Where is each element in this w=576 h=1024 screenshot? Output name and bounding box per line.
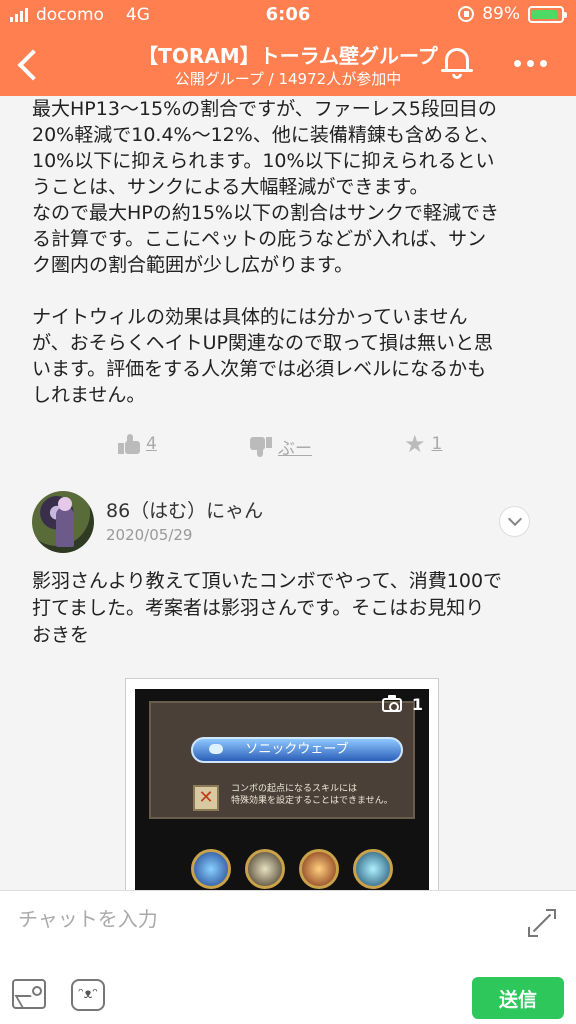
status-bar: docomo 4G 6:06 89%	[0, 0, 576, 30]
back-button[interactable]	[12, 44, 44, 84]
post-body: 最大HP13〜15%の割合ですが、ファーレス5段回目の 20%軽減で10.4%〜…	[32, 98, 500, 406]
like-button[interactable]: 4	[118, 434, 157, 454]
skill-note: コンボの起点になるスキルには 特殊効果を設定することはできません。	[231, 784, 393, 806]
send-button[interactable]: 送信	[472, 977, 564, 1019]
star-button[interactable]: ★ 1	[404, 430, 443, 458]
input-bar: ᵔᴥᵔ 送信	[0, 890, 576, 1024]
image-count-label: 1	[411, 695, 423, 714]
star-count: 1	[431, 434, 443, 454]
comment-body: 影羽さんより教えて頂いたコンボでやって、消費100で 打てました。考案者は影羽さ…	[32, 570, 503, 646]
thumbs-up-icon	[118, 434, 140, 454]
skill-orbs	[191, 849, 393, 889]
battery-percent: 89%	[482, 4, 520, 24]
app-header: docomo 4G 6:06 89% 【TORAM】トーラム壁グループ 公開グル…	[0, 0, 576, 96]
skill-name: ソニックウェーブ	[191, 737, 403, 763]
image-picker-icon[interactable]	[12, 979, 46, 1009]
thumbs-down-icon	[250, 436, 272, 457]
stamp-icon[interactable]: ᵔᴥᵔ	[71, 979, 105, 1011]
skill-orb-icon	[299, 849, 339, 889]
battery-icon	[528, 5, 567, 23]
chat-input[interactable]	[18, 899, 498, 939]
game-screenshot: ソニックウェーブ ✕ コンボの起点になるスキルには 特殊効果を設定することはでき…	[135, 689, 429, 890]
group-title: 【TORAM】トーラム壁グループ	[138, 44, 438, 68]
nav-bar: 【TORAM】トーラム壁グループ 公開グループ / 14972人が参加中	[0, 32, 576, 96]
comment-author[interactable]: 86（はむ）にゃん	[106, 496, 263, 523]
more-menu-button[interactable]	[514, 60, 547, 67]
chevron-down-icon[interactable]	[499, 506, 530, 537]
skill-panel: ソニックウェーブ ✕ コンボの起点になるスキルには 特殊効果を設定することはでき…	[149, 701, 415, 819]
orientation-lock-icon	[458, 6, 475, 22]
star-icon: ★	[404, 430, 426, 458]
image-count: 1	[381, 694, 423, 714]
skill-orb-icon	[191, 849, 231, 889]
dislike-label: ぶー	[278, 439, 312, 459]
bell-icon[interactable]	[440, 44, 474, 82]
like-count: 4	[146, 434, 157, 454]
avatar[interactable]	[32, 491, 94, 553]
expand-icon[interactable]	[528, 909, 556, 937]
group-subtitle: 公開グループ / 14972人が参加中	[174, 70, 402, 88]
attached-image[interactable]: ソニックウェーブ ✕ コンボの起点になるスキルには 特殊効果を設定することはでき…	[125, 678, 439, 890]
skill-orb-icon	[353, 849, 393, 889]
comment-date: 2020/05/29	[106, 526, 193, 544]
camera-icon	[381, 694, 402, 712]
dislike-button[interactable]: ぶー	[250, 434, 312, 459]
skill-orb-icon	[245, 849, 285, 889]
x-icon: ✕	[193, 785, 219, 811]
chat-content[interactable]: 最大HP13〜15%の割合ですが、ファーレス5段回目の 20%軽減で10.4%〜…	[0, 96, 576, 890]
post-actions: 4 ぶー ★ 1	[0, 430, 576, 464]
